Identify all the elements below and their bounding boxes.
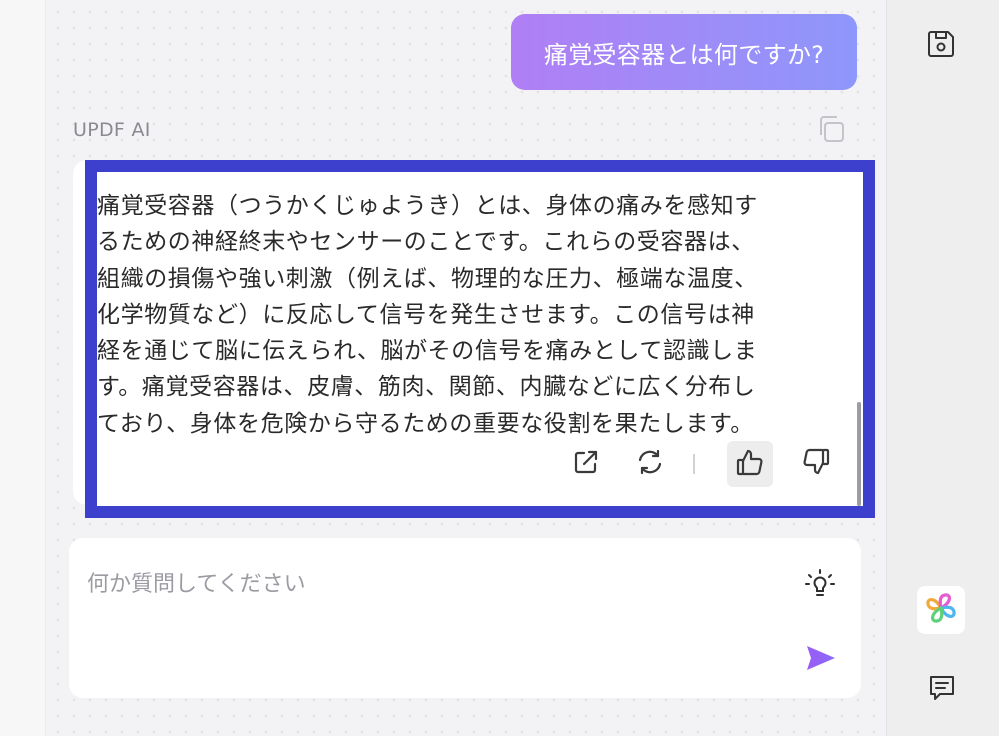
lightbulb-icon[interactable]	[802, 566, 838, 602]
user-message-bubble: 痛覚受容器とは何ですか?	[511, 14, 857, 90]
save-button[interactable]	[922, 27, 960, 65]
send-icon	[804, 646, 838, 679]
regenerate-icon	[635, 447, 665, 481]
user-message-text: 痛覚受容器とは何ですか?	[543, 40, 825, 69]
send-button[interactable]	[804, 641, 838, 675]
thumbs-down-button[interactable]	[793, 441, 839, 487]
answer-line: 痛覚受容器（つうかくじゅようき）とは、身体の痛みを感知す	[97, 193, 758, 219]
comment-button[interactable]	[922, 670, 962, 710]
copy-icon[interactable]	[815, 113, 847, 145]
assistant-label: UPDF AI	[73, 119, 151, 141]
card-scrollbar[interactable]	[857, 402, 861, 506]
share-icon	[571, 447, 601, 481]
save-icon	[925, 28, 957, 64]
updf-ai-logo-button[interactable]	[917, 586, 965, 634]
assistant-answer-card: 痛覚受容器（つうかくじゅようき）とは、身体の痛みを感知す るための神経終末やセン…	[85, 160, 875, 518]
answer-line: 経を通じて脳に伝えられ、脳がその信号を痛みとして認識しま	[97, 338, 758, 365]
left-panel-edge	[0, 0, 46, 736]
action-divider	[693, 454, 695, 474]
answer-line: るための神経終末やセンサーのことです。これらの受容器は、	[97, 229, 755, 256]
answer-line: す。痛覚受容器は、皮膚、筋肉、関節、内臓などに広く分布し	[97, 374, 756, 401]
answer-line: 化学物質など）に反応して信号を発生させます。この信号は神	[97, 301, 755, 328]
answer-line: 組織の損傷や強い刺激（例えば、物理的な圧力、極端な温度、	[97, 265, 758, 292]
share-button[interactable]	[563, 441, 609, 487]
thumbs-up-icon	[734, 446, 766, 482]
thumbs-down-icon	[800, 446, 832, 482]
thumbs-up-button[interactable]	[727, 441, 773, 487]
answer-line: ており、身体を危険から守るための重要な役割を果たします。	[97, 410, 754, 437]
updf-logo-icon	[922, 589, 960, 631]
regenerate-button[interactable]	[627, 441, 673, 487]
question-input[interactable]	[87, 564, 727, 604]
assistant-answer-text: 痛覚受容器（つうかくじゅようき）とは、身体の痛みを感知す るための神経終末やセン…	[97, 188, 852, 442]
message-composer	[69, 538, 861, 698]
comment-icon	[926, 672, 958, 708]
